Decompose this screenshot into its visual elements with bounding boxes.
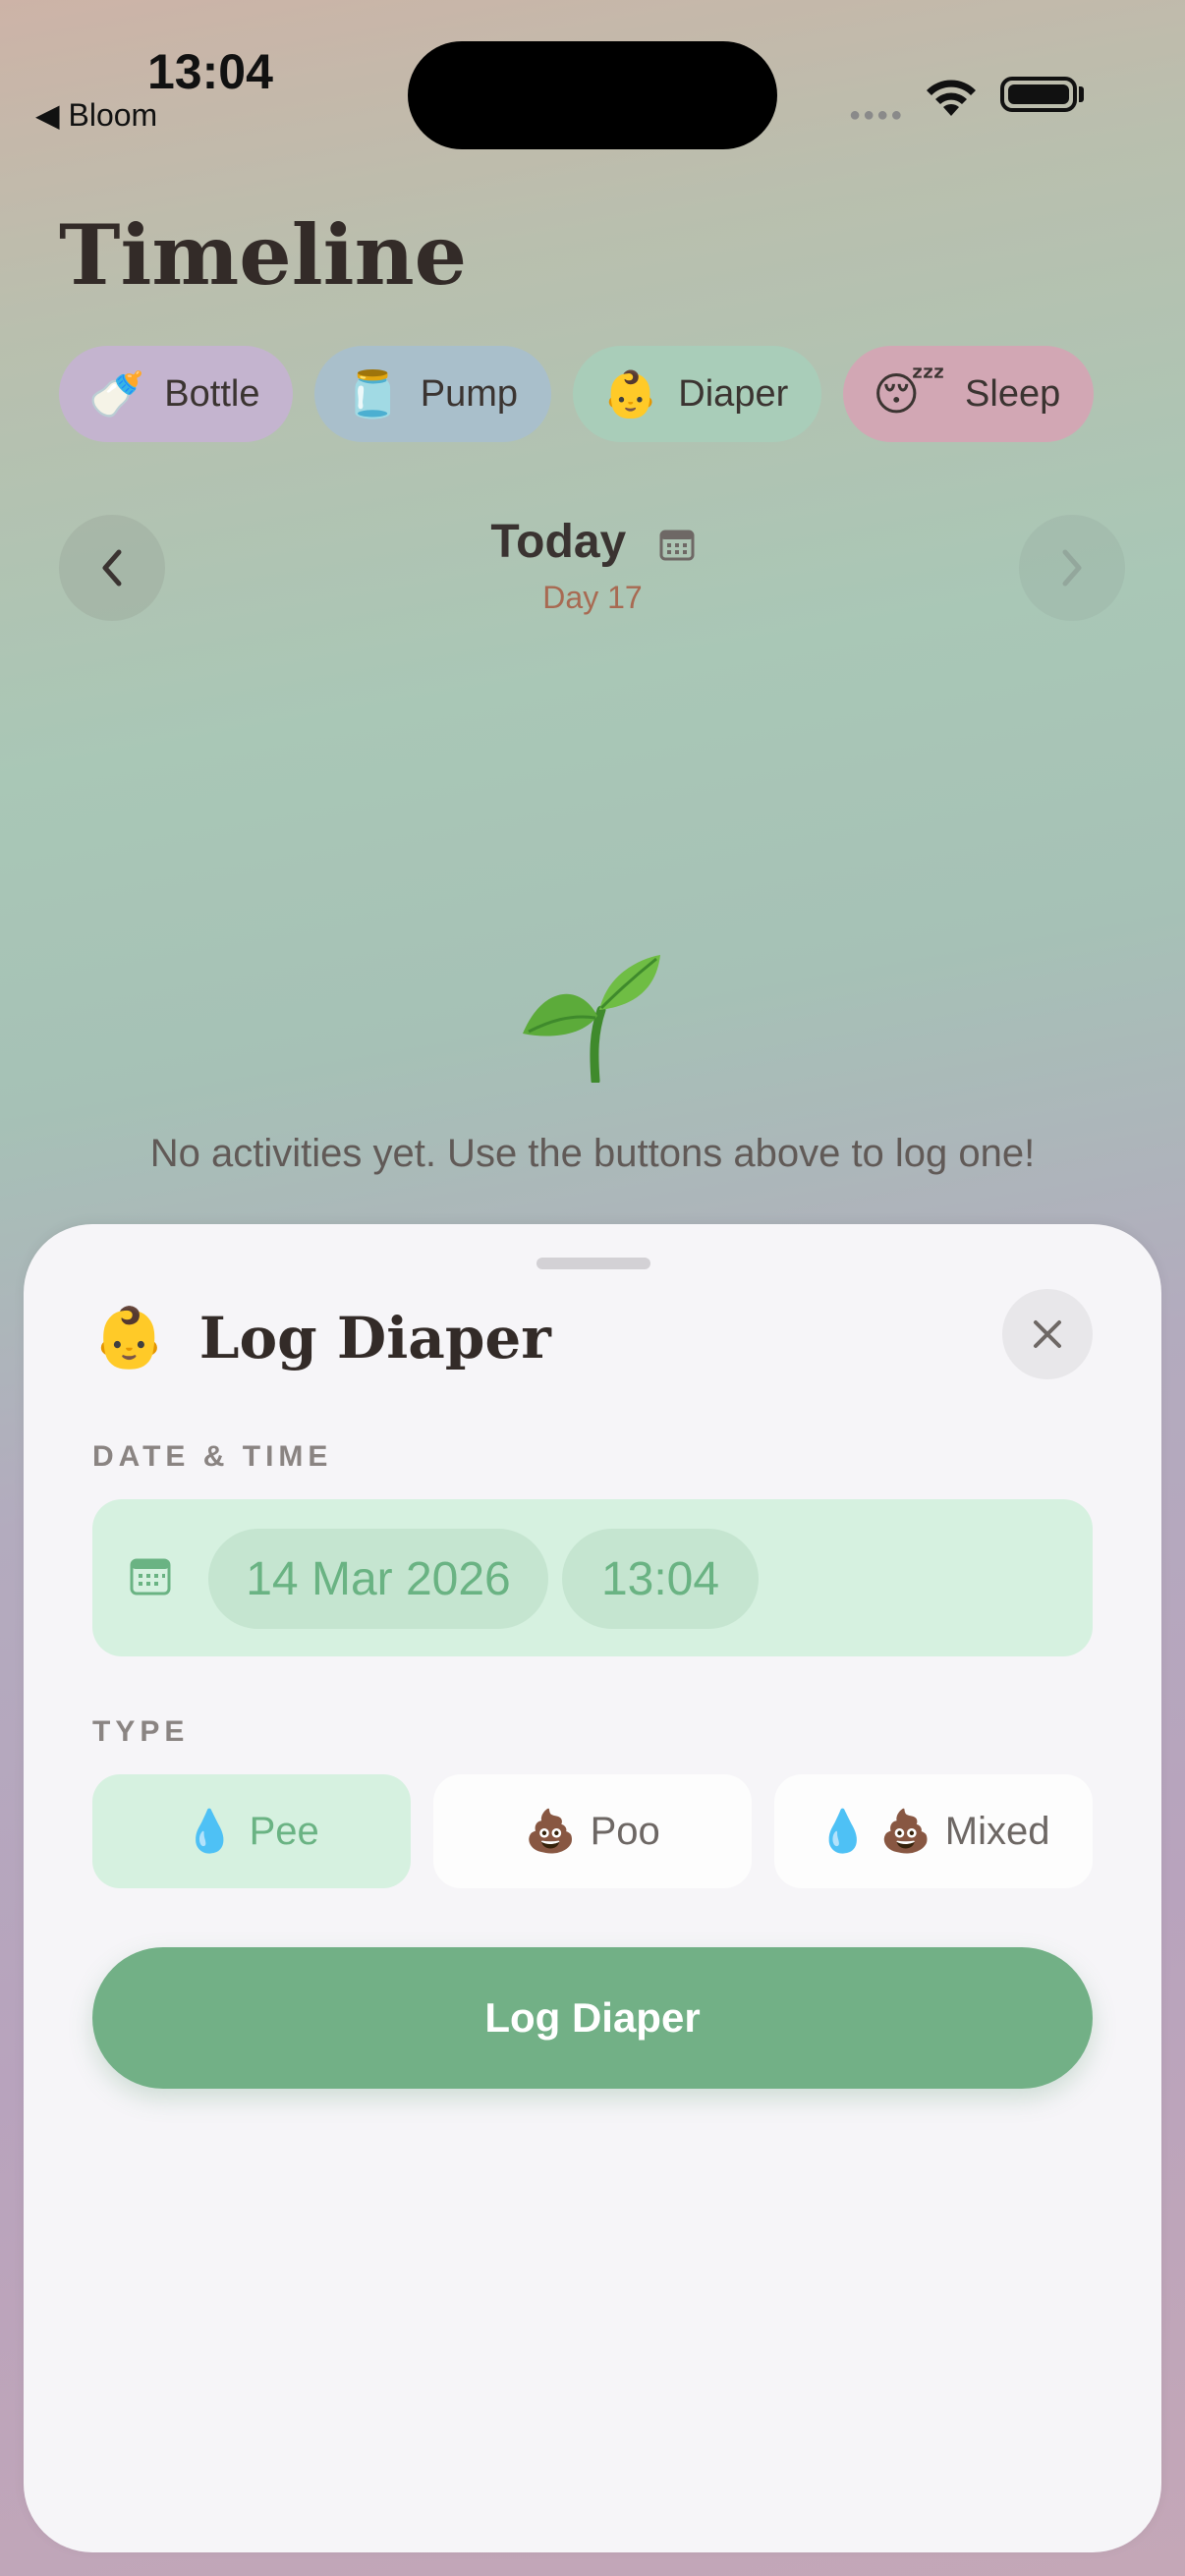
chip-label: Diaper — [678, 372, 789, 415]
sleeping-face-icon: 😴 — [873, 368, 946, 420]
type-mixed-button[interactable]: 💧 💩 Mixed — [774, 1774, 1093, 1888]
quick-action-bar: 🍼 Bottle 🫙 Pump 👶 Diaper 😴 Sleep — [59, 346, 1126, 442]
chip-label: Bottle — [164, 372, 260, 415]
sheet-grabber[interactable] — [536, 1258, 650, 1269]
chip-label: Sleep — [965, 372, 1061, 415]
time-picker[interactable]: 13:04 — [562, 1529, 759, 1629]
log-diaper-sheet: 👶 Log Diaper DATE & TIME 14 Mar 2026 13:… — [24, 1224, 1161, 2552]
calendar-icon — [130, 1558, 171, 1596]
pump-chip[interactable]: 🫙 Pump — [314, 346, 552, 442]
jar-icon: 🫙 — [344, 367, 401, 420]
next-day-button[interactable] — [1019, 515, 1125, 621]
back-to-app-link[interactable]: ◀ Bloom — [35, 96, 157, 134]
type-label: TYPE — [92, 1715, 190, 1748]
signal-icon: ●●●● — [849, 104, 905, 126]
droplet-icon: 💧 — [184, 1807, 236, 1854]
close-button[interactable] — [1002, 1289, 1093, 1379]
battery-icon — [1000, 77, 1077, 112]
diaper-chip[interactable]: 👶 Diaper — [573, 346, 822, 442]
chip-label: Pump — [420, 372, 519, 415]
date-title[interactable]: Today — [0, 515, 1185, 569]
empty-state-message: No activities yet. Use the buttons above… — [149, 1132, 1036, 1175]
chevron-right-icon — [1062, 549, 1082, 587]
dynamic-island — [408, 41, 777, 149]
date-time-label: DATE & TIME — [92, 1440, 333, 1473]
poo-icon: 💩 — [525, 1807, 577, 1854]
log-diaper-button[interactable]: Log Diaper — [92, 1947, 1093, 2089]
bottle-icon: 🍼 — [88, 367, 145, 420]
baby-icon: 👶 — [92, 1304, 166, 1372]
date-picker[interactable]: 14 Mar 2026 — [208, 1529, 548, 1629]
droplet-poo-icon: 💧 💩 — [817, 1807, 931, 1854]
type-poo-button[interactable]: 💩 Poo — [433, 1774, 752, 1888]
calendar-icon — [659, 530, 695, 561]
sheet-title: 👶 Log Diaper — [92, 1304, 551, 1372]
status-time: 13:04 — [147, 44, 273, 99]
seedling-icon — [523, 955, 660, 1083]
wifi-icon — [927, 80, 976, 116]
close-icon — [1034, 1320, 1061, 1348]
bottle-chip[interactable]: 🍼 Bottle — [59, 346, 294, 442]
page-title: Timeline — [59, 206, 468, 304]
type-pee-button[interactable]: 💧 Pee — [92, 1774, 411, 1888]
date-time-field: 14 Mar 2026 13:04 — [92, 1499, 1093, 1656]
sleep-chip[interactable]: 😴 Sleep — [843, 346, 1095, 442]
day-counter: Day 17 — [542, 580, 643, 615]
baby-icon: 👶 — [602, 367, 659, 420]
